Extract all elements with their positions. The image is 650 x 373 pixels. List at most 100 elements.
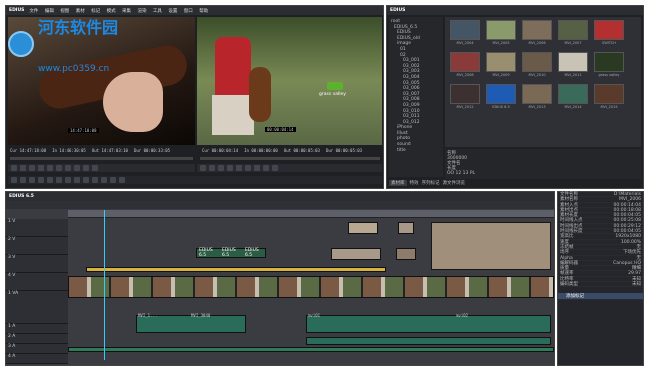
clip-thumb[interactable]: MVI_2013	[520, 84, 554, 112]
track-header-1v[interactable]: 1 V	[6, 219, 68, 237]
audio-label: mvi01	[308, 313, 321, 318]
save-icon[interactable]	[29, 177, 35, 183]
menu-item[interactable]: 采集	[122, 9, 131, 14]
marker-list-item[interactable]: 添加标记	[558, 293, 643, 301]
play-icon[interactable]	[236, 165, 242, 171]
clip-thumb[interactable]: MVI_2014	[556, 84, 590, 112]
tab-source-browser[interactable]: 源文件浏览	[443, 180, 466, 186]
video-clip[interactable]	[398, 222, 414, 234]
redo-icon[interactable]	[47, 177, 53, 183]
marker-icon[interactable]	[119, 177, 125, 183]
menu-item[interactable]: 文件	[29, 9, 38, 14]
video-clip[interactable]	[331, 248, 381, 260]
track-header-1a[interactable]: 1 A	[6, 324, 68, 334]
audio-waveform[interactable]	[306, 315, 551, 333]
video-clip[interactable]	[431, 222, 551, 270]
bin-tabs: 素材库 特效 序列标记 源文件浏览	[389, 180, 465, 186]
menu-item[interactable]: 模式	[107, 9, 116, 14]
clip-thumb[interactable]: EDIUS 6.5	[484, 84, 518, 112]
source-in: In 14:46:30:05	[52, 148, 86, 153]
menu-item[interactable]: 窗口	[184, 9, 193, 14]
source-cur: Cur 14:47:18:08	[10, 148, 47, 153]
clip-thumb[interactable]: MVI_2010	[520, 52, 554, 80]
audio-label: MVI_1...	[138, 313, 158, 318]
cut-icon[interactable]	[56, 177, 62, 183]
tab-bin[interactable]: 素材库	[389, 180, 407, 186]
play-icon[interactable]	[47, 165, 53, 171]
menu-item[interactable]: 编辑	[45, 9, 54, 14]
prev-icon[interactable]	[218, 165, 224, 171]
rewind-icon[interactable]	[38, 165, 44, 171]
delete-icon[interactable]	[83, 177, 89, 183]
time-ruler[interactable]	[68, 210, 554, 218]
tab-markers[interactable]: 序列标记	[422, 180, 440, 186]
audio-clip[interactable]	[68, 347, 554, 352]
snap-icon[interactable]	[110, 177, 116, 183]
source-transport	[8, 164, 195, 172]
clip-thumb[interactable]: MVI_2012	[448, 84, 482, 112]
clip-thumb[interactable]: SWITCH	[592, 20, 626, 48]
forward-icon[interactable]	[56, 165, 62, 171]
in-point-icon[interactable]	[200, 165, 206, 171]
loop-icon[interactable]	[74, 165, 80, 171]
tree-item[interactable]: title	[391, 148, 441, 154]
clip-thumb[interactable]: MVI_2009	[484, 52, 518, 80]
track-header-4a[interactable]: 4 A	[6, 354, 68, 364]
in-point-icon[interactable]	[11, 165, 17, 171]
clip-thumb[interactable]: MVI_2011	[556, 52, 590, 80]
audio-clip[interactable]	[306, 337, 551, 345]
loop-icon[interactable]	[263, 165, 269, 171]
render-icon[interactable]	[272, 165, 278, 171]
next-icon[interactable]	[65, 165, 71, 171]
paste-icon[interactable]	[74, 177, 80, 183]
video-filmstrip[interactable]	[68, 276, 554, 298]
source-scrubber[interactable]	[10, 157, 193, 160]
sync-icon[interactable]	[101, 177, 107, 183]
clip-thumb[interactable]: MVI_2015	[592, 84, 626, 112]
transition-strip[interactable]	[86, 267, 386, 272]
clip-thumb[interactable]: MVI_2005	[484, 20, 518, 48]
video-clip[interactable]	[396, 248, 416, 260]
menu-item[interactable]: 素材	[76, 9, 85, 14]
menu-item[interactable]: 标记	[91, 9, 100, 14]
insert-icon[interactable]	[83, 165, 89, 171]
track-header-2a[interactable]: 2 A	[6, 334, 68, 344]
open-icon[interactable]	[20, 177, 26, 183]
overwrite-icon[interactable]	[92, 165, 98, 171]
clip-thumb[interactable]: MVI_2004	[448, 20, 482, 48]
ripple-icon[interactable]	[92, 177, 98, 183]
clip-thumb[interactable]: grass valley	[592, 52, 626, 80]
out-point-icon[interactable]	[209, 165, 215, 171]
menu-item[interactable]: 设置	[168, 9, 177, 14]
track-header-4v[interactable]: 4 V	[6, 273, 68, 291]
out-point-icon[interactable]	[20, 165, 26, 171]
timeline-titlebar: EDIUS 6.5	[6, 192, 554, 201]
menu-item[interactable]: 帮助	[199, 9, 208, 14]
playhead[interactable]	[104, 210, 105, 360]
undo-icon[interactable]	[38, 177, 44, 183]
record-scrubber[interactable]	[200, 157, 380, 160]
new-sequence-icon[interactable]	[11, 177, 17, 183]
tab-effects[interactable]: 特效	[410, 180, 419, 186]
forward-icon[interactable]	[245, 165, 251, 171]
menu-item[interactable]: 渲染	[137, 9, 146, 14]
track-header-2v[interactable]: 2 V	[6, 237, 68, 255]
copy-icon[interactable]	[65, 177, 71, 183]
menu-item[interactable]: 视图	[60, 9, 69, 14]
video-clip[interactable]	[348, 222, 378, 234]
prev-icon[interactable]	[29, 165, 35, 171]
record-transport	[197, 164, 382, 172]
track-header-3v[interactable]: 3 V	[6, 255, 68, 273]
title-clip[interactable]: EDIUS 6.5 EDIUS 6.5 EDIUS 6.5	[196, 248, 266, 258]
track-header-3a[interactable]: 3 A	[6, 344, 68, 354]
clip-thumb[interactable]: MVI_2008	[448, 52, 482, 80]
clip-thumb[interactable]: MVI_2007	[556, 20, 590, 48]
timeline-toolbar	[6, 201, 554, 209]
menu-item[interactable]: 工具	[153, 9, 162, 14]
grass-valley-logo-text: grass valley	[319, 92, 346, 97]
record-monitor[interactable]: grass valley 00:00:04:14	[197, 17, 382, 145]
track-header-1va[interactable]: 1 VA	[6, 291, 68, 324]
next-icon[interactable]	[254, 165, 260, 171]
clip-thumb[interactable]: MVI_2006	[520, 20, 554, 48]
rewind-icon[interactable]	[227, 165, 233, 171]
